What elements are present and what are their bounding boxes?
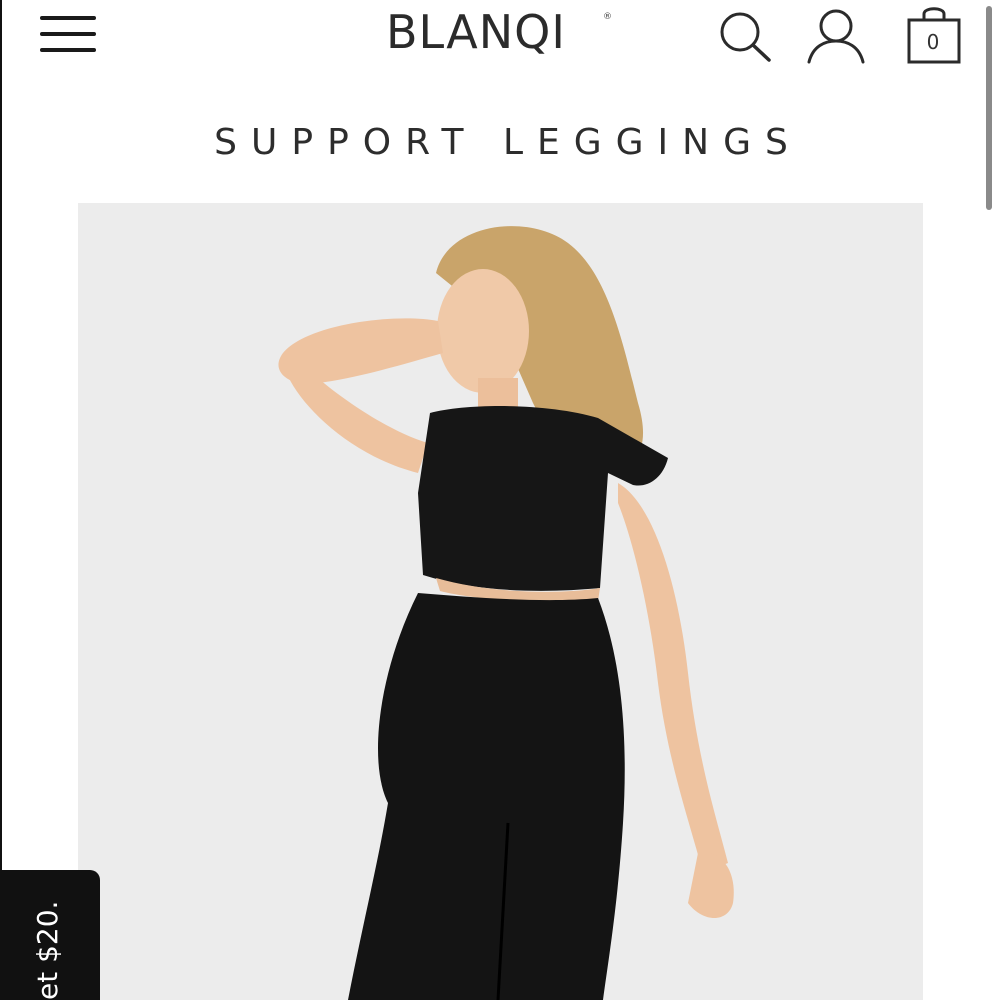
site-header: BLANQI ® 0 bbox=[0, 0, 1000, 80]
hamburger-menu-icon[interactable] bbox=[38, 12, 98, 56]
page: BLANQI ® 0 SUPPORT LEGGINGS et $20. bbox=[0, 0, 1000, 1000]
brand-logo[interactable]: BLANQI bbox=[386, 4, 566, 60]
shopping-bag-icon[interactable]: 0 bbox=[900, 2, 966, 66]
scrollbar-thumb[interactable] bbox=[986, 6, 992, 210]
search-icon[interactable] bbox=[716, 4, 776, 64]
promo-tab[interactable]: et $20. bbox=[0, 870, 100, 1000]
cart-count-badge: 0 bbox=[926, 30, 940, 54]
page-title: SUPPORT LEGGINGS bbox=[214, 122, 802, 163]
user-icon[interactable] bbox=[803, 4, 869, 66]
product-image[interactable] bbox=[78, 203, 923, 1000]
promo-text: et $20. bbox=[31, 900, 64, 1000]
registered-mark: ® bbox=[603, 12, 612, 22]
product-photo bbox=[78, 203, 923, 1000]
